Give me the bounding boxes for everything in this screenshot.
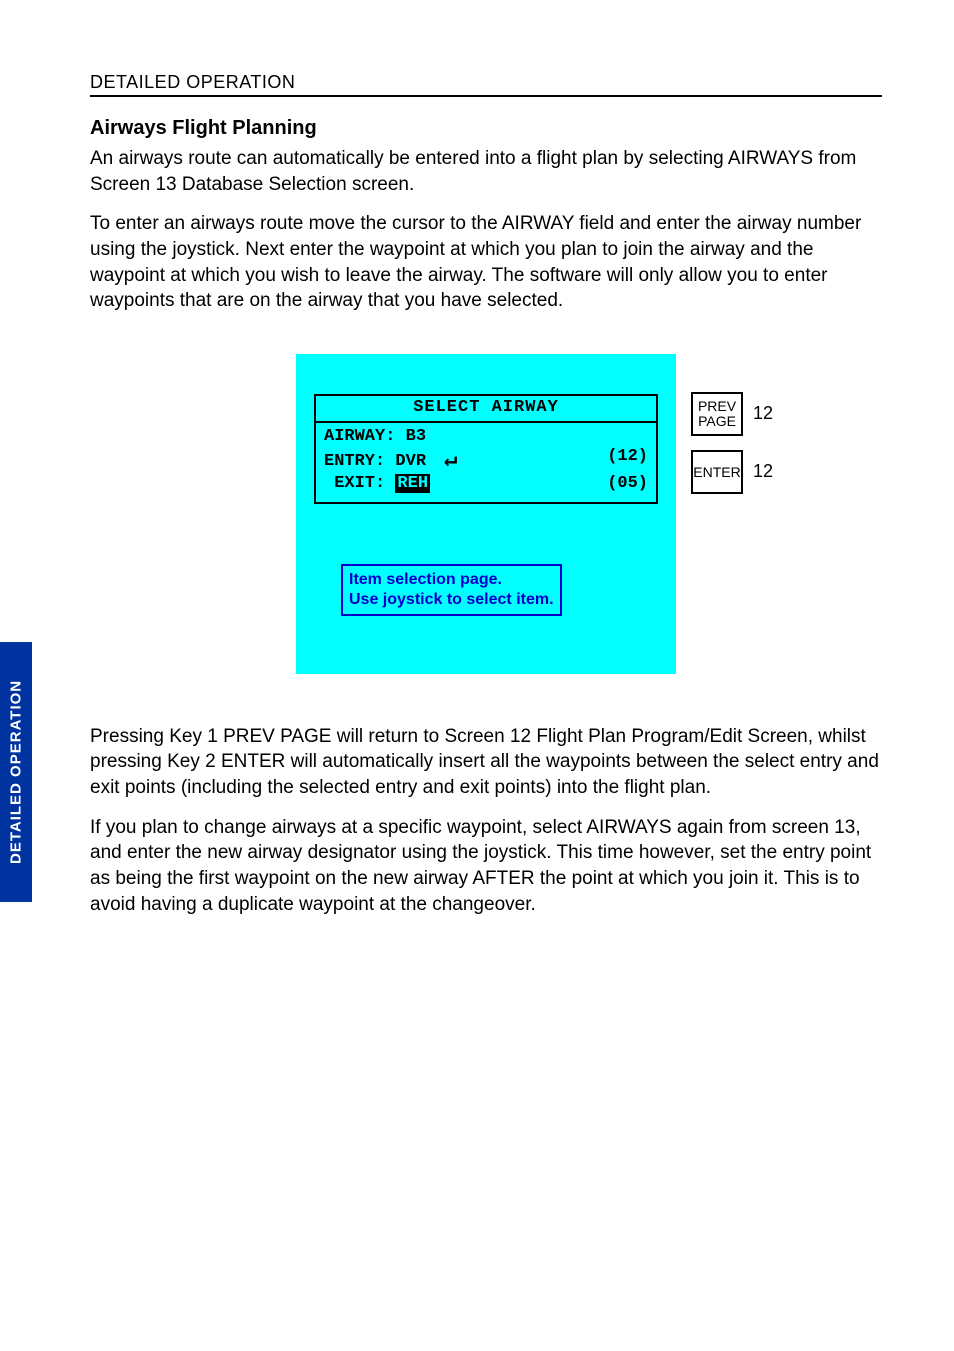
prev-page-line1: PREV xyxy=(698,399,736,414)
screen-title: SELECT AIRWAY xyxy=(316,396,656,423)
page-header-text: DETAILED OPERATION xyxy=(90,72,295,92)
page: DETAILED OPERATION Airways Flight Planni… xyxy=(0,0,954,1003)
enter-screen-num: 12 xyxy=(753,461,773,482)
key-row-enter: ENTER 12 xyxy=(691,450,773,494)
entry-count: (12) xyxy=(607,447,648,473)
page-header: DETAILED OPERATION xyxy=(90,72,882,97)
soft-keys: PREV PAGE 12 ENTER 12 xyxy=(691,392,773,508)
entry-field: ENTRY: DVR ↵ xyxy=(324,447,457,473)
paragraph-1: An airways route can automatically be en… xyxy=(90,146,882,197)
exit-label: EXIT: xyxy=(324,474,395,493)
key-row-prev-page: PREV PAGE 12 xyxy=(691,392,773,436)
prev-page-label: PREV PAGE xyxy=(698,399,736,428)
hint-box: Item selection page. Use joystick to sel… xyxy=(341,564,562,616)
screen-row-entry: ENTRY: DVR ↵ (12) xyxy=(324,447,648,473)
screen-block: SELECT AIRWAY AIRWAY: B3 ENTRY: DVR ↵ (12… xyxy=(296,354,676,674)
screen-body: AIRWAY: B3 ENTRY: DVR ↵ (12) EXIT: REH (0… xyxy=(316,423,656,502)
section-title: Airways Flight Planning xyxy=(90,117,882,140)
enter-arrow-icon: ↵ xyxy=(444,448,457,474)
airway-field: AIRWAY: B3 xyxy=(324,427,426,447)
paragraph-3: Pressing Key 1 PREV PAGE will return to … xyxy=(90,724,882,801)
screen-panel: SELECT AIRWAY AIRWAY: B3 ENTRY: DVR ↵ (12… xyxy=(314,394,658,504)
screen-row-exit: EXIT: REH (05) xyxy=(324,474,648,494)
entry-field-text: ENTRY: DVR xyxy=(324,452,426,471)
exit-value-highlight[interactable]: REH xyxy=(395,474,430,493)
exit-count: (05) xyxy=(607,474,648,494)
hint-line-1: Item selection page. xyxy=(349,570,554,590)
prev-page-screen-num: 12 xyxy=(753,403,773,424)
prev-page-line2: PAGE xyxy=(698,414,736,429)
screen-row-airway: AIRWAY: B3 xyxy=(324,427,648,447)
paragraph-2: To enter an airways route move the curso… xyxy=(90,211,882,314)
enter-label: ENTER xyxy=(693,465,740,480)
device-screen: SELECT AIRWAY AIRWAY: B3 ENTRY: DVR ↵ (12… xyxy=(296,354,676,674)
figure: SELECT AIRWAY AIRWAY: B3 ENTRY: DVR ↵ (12… xyxy=(90,354,882,674)
enter-button[interactable]: ENTER xyxy=(691,450,743,494)
prev-page-button[interactable]: PREV PAGE xyxy=(691,392,743,436)
paragraph-4: If you plan to change airways at a speci… xyxy=(90,815,882,918)
hint-line-2: Use joystick to select item. xyxy=(349,590,554,610)
exit-field: EXIT: REH xyxy=(324,474,430,494)
